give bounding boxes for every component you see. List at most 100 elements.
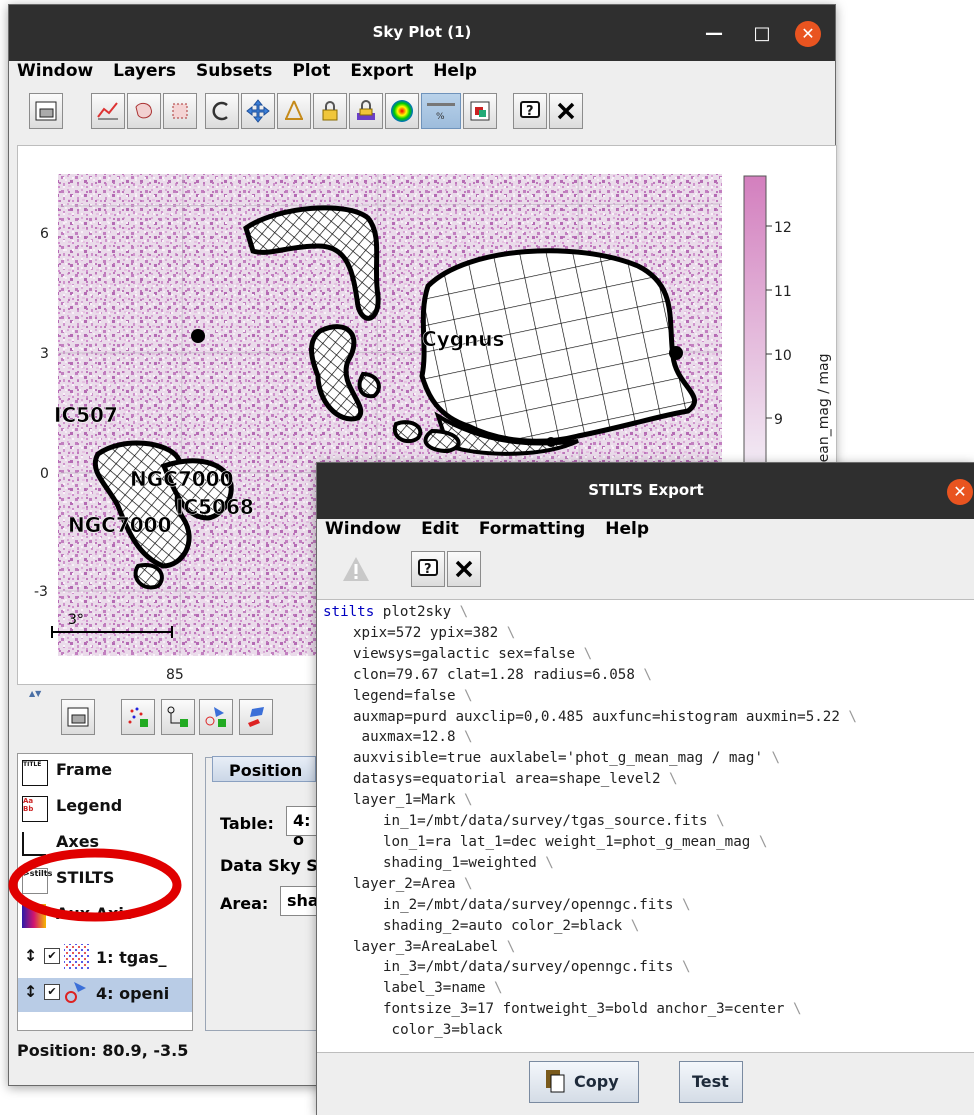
area-label-add-icon[interactable]: [239, 699, 273, 735]
line-continuation: \: [498, 938, 516, 955]
y-tick-6: 6: [40, 226, 49, 242]
line-continuation: \: [536, 854, 554, 871]
aux-lock-icon[interactable]: [349, 93, 383, 129]
sidebar-frame[interactable]: TITLE Frame: [22, 760, 112, 786]
layer-checkbox[interactable]: ✔: [44, 948, 60, 964]
region-icon[interactable]: [163, 93, 197, 129]
line-continuation: \: [750, 833, 768, 850]
axis-lock-icon[interactable]: [313, 93, 347, 129]
compass-icon[interactable]: [277, 93, 311, 129]
label-ngc7000-b: NGC7000: [130, 467, 234, 491]
area-label: Area:: [220, 894, 269, 913]
layer-checkbox[interactable]: ✔: [44, 984, 60, 1000]
stilts-command-line: auxvisible=true auxlabel='phot_g_mean_ma…: [353, 750, 781, 767]
stilts-command-line: in_3=/mbt/data/survey/openngc.fits \: [383, 959, 691, 976]
plot-area-icon[interactable]: [91, 93, 125, 129]
menu-window[interactable]: Window: [17, 61, 93, 81]
line-continuation: \: [451, 604, 469, 620]
line-continuation: \: [839, 708, 857, 725]
sidebar-layer-tgas[interactable]: ↕ ✔ 1: tgas_: [18, 942, 192, 976]
menu-formatting[interactable]: Formatting: [479, 519, 586, 539]
close-icon[interactable]: [447, 551, 481, 587]
scale-bar-label: 3°: [68, 612, 84, 628]
stilts-menubar: Window Edit Formatting Help: [317, 519, 974, 547]
line-continuation: \: [622, 917, 640, 934]
stilts-command-line: viewsys=galactic sex=false \: [353, 645, 593, 662]
sidebar-legend[interactable]: Aa Bb Legend: [22, 796, 122, 822]
line-continuation: \: [673, 959, 691, 976]
stilts-command-area[interactable]: stilts plot2sky \ xpix=572 ypix=382 \ view…: [317, 599, 974, 1053]
navigate-icon[interactable]: [241, 93, 275, 129]
data-sky-label: Data Sky S: [220, 856, 318, 875]
mark-add-icon[interactable]: [121, 699, 155, 735]
stilts-command-line: clon=79.67 clat=1.28 radius=6.058 \: [353, 666, 652, 683]
stilts-command-line: in_2=/mbt/data/survey/openngc.fits \: [383, 896, 691, 913]
test-button[interactable]: Test: [679, 1061, 743, 1103]
stilts-command-line: stilts plot2sky \: [323, 604, 469, 620]
sky-plot-toolbar: % ?: [9, 93, 835, 137]
replot-icon[interactable]: [205, 93, 239, 129]
maximize-icon[interactable]: □: [749, 21, 775, 47]
stilts-command-line: auxmap=purd auxclip=0,0.485 auxfunc=hist…: [353, 708, 857, 725]
menu-edit[interactable]: Edit: [421, 519, 459, 539]
link-add-icon[interactable]: [161, 699, 195, 735]
menu-subsets[interactable]: Subsets: [196, 61, 272, 81]
position-panel: Position Table: 4: o Data Sky S Area: sh…: [205, 756, 327, 1031]
line-continuation: \: [707, 813, 725, 830]
line-continuation: \: [455, 875, 473, 892]
sidebar-layer-openngc[interactable]: ↕ ✔ 4: openi: [18, 978, 192, 1012]
close-window-icon[interactable]: ✕: [947, 479, 973, 505]
drag-handle-icon[interactable]: ↕: [24, 982, 37, 1001]
stilts-command-line: shading_2=auto color_2=black \: [383, 917, 640, 934]
image-export-icon[interactable]: [463, 93, 497, 129]
svg-text:%: %: [436, 112, 445, 122]
colorbar-label: mean_mag / mag: [816, 353, 832, 476]
tab-position[interactable]: Position: [212, 756, 316, 782]
line-continuation: \: [455, 729, 473, 746]
copy-icon: [544, 1068, 566, 1094]
aux-range-icon[interactable]: %: [421, 93, 461, 129]
colorbar-tick-9: 9: [774, 412, 783, 428]
table-label: Table:: [220, 814, 274, 833]
stilts-command-line: lon_1=ra lat_1=dec weight_1=phot_g_mean_…: [383, 833, 768, 850]
stilts-command-line: label_3=name \: [383, 980, 503, 997]
stilts-command-line: auxmax=12.8 \: [353, 729, 473, 746]
legend-icon: Aa Bb: [22, 796, 48, 822]
close-window-icon[interactable]: ✕: [795, 21, 821, 47]
stilts-titlebar[interactable]: STILTS Export ✕: [317, 463, 974, 519]
line-continuation: \: [485, 980, 503, 997]
line-continuation: \: [784, 1001, 802, 1018]
menu-layers[interactable]: Layers: [113, 61, 176, 81]
warning-icon[interactable]: [339, 551, 373, 587]
stilts-command-text[interactable]: stilts plot2sky \ xpix=572 ypix=382 \ view…: [323, 602, 857, 1041]
copy-button[interactable]: Copy: [529, 1061, 639, 1103]
menu-plot[interactable]: Plot: [292, 61, 330, 81]
stilts-command-line: layer_2=Area \: [353, 875, 473, 892]
line-continuation: \: [455, 792, 473, 809]
stilts-command-line: fontsize_3=17 fontweight_3=bold anchor_3…: [383, 1001, 802, 1018]
line-continuation: \: [763, 750, 781, 767]
sky-plot-titlebar[interactable]: Sky Plot (1) — □ ✕: [9, 5, 835, 61]
density-icon[interactable]: [385, 93, 419, 129]
stilts-command-line: color_3=black: [383, 1022, 503, 1039]
help-icon[interactable]: ?: [513, 93, 547, 129]
close-icon[interactable]: [549, 93, 583, 129]
frame-add-icon[interactable]: [61, 699, 95, 735]
line-continuation: \: [660, 771, 678, 788]
menu-export[interactable]: Export: [350, 61, 413, 81]
help-icon[interactable]: ?: [411, 551, 445, 587]
menu-window[interactable]: Window: [325, 519, 401, 539]
drag-handle-icon[interactable]: ↕: [24, 946, 37, 965]
blob-icon[interactable]: [127, 93, 161, 129]
menu-help[interactable]: Help: [605, 519, 649, 539]
minimize-icon[interactable]: —: [701, 21, 727, 47]
line-continuation: \: [673, 896, 691, 913]
x-tick-85: 85: [166, 667, 184, 683]
colorbar-tick-11: 11: [774, 284, 792, 300]
splitter[interactable]: ▲▼: [29, 689, 69, 698]
menu-help[interactable]: Help: [433, 61, 477, 81]
y-tick-minus3: -3: [34, 584, 48, 600]
frame-icon[interactable]: [29, 93, 63, 129]
svg-text:?: ?: [424, 562, 432, 577]
area-add-icon[interactable]: [199, 699, 233, 735]
